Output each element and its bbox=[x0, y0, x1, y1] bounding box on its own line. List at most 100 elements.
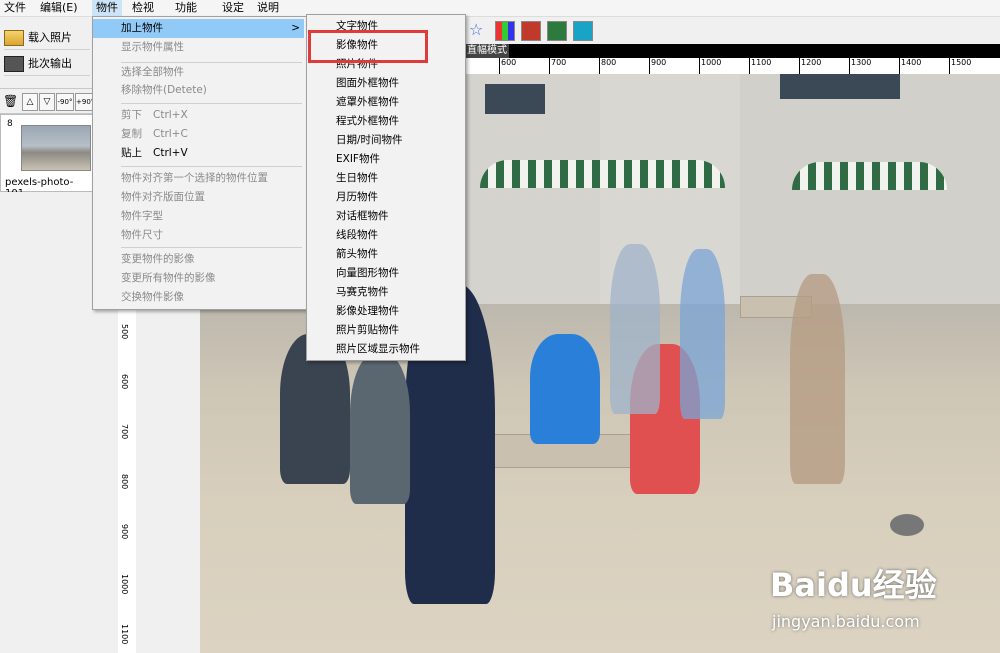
add-object-submenu: 文字物件 影像物件 照片物件 图面外框物件 遮罩外框物件 程式外框物件 日期/时… bbox=[306, 14, 466, 361]
submenu-item-picture-frame[interactable]: 图面外框物件 bbox=[307, 74, 493, 93]
ruler-tick: 1100 bbox=[749, 58, 771, 74]
canvas-gutter bbox=[136, 310, 200, 653]
menu-file[interactable]: 文件 bbox=[0, 0, 30, 16]
batch-output-icon bbox=[4, 56, 24, 72]
menu-item-show-properties[interactable]: 显示物件属性 bbox=[93, 38, 184, 57]
ruler-tick: 1000 bbox=[120, 574, 129, 595]
load-photo-label: 载入照片 bbox=[28, 31, 72, 44]
menu-item-size[interactable]: 物件尺寸 bbox=[93, 226, 163, 245]
menu-settings[interactable]: 设定 bbox=[218, 0, 248, 16]
person-blurred bbox=[610, 244, 660, 414]
menu-item-paste[interactable]: 贴上 Ctrl+V bbox=[93, 144, 188, 163]
menu-item-change-image[interactable]: 变更物件的影像 bbox=[93, 250, 195, 269]
menubar: 文件 编辑(E) 物件 检视 功能 设定 说明 bbox=[0, 0, 1000, 17]
ruler-tick: 500 bbox=[120, 324, 129, 340]
ruler-tick: 1300 bbox=[849, 58, 871, 74]
menu-item-change-all-images[interactable]: 变更所有物件的影像 bbox=[93, 269, 216, 288]
left-panel-empty bbox=[0, 192, 94, 653]
submenu-item-arrow[interactable]: 箭头物件 bbox=[307, 245, 493, 264]
striped-awning bbox=[792, 162, 947, 190]
menu-item-remove[interactable]: 移除物件(Detete) bbox=[93, 81, 207, 100]
menu-item-label: 剪下 bbox=[121, 109, 142, 121]
menu-item-label: 贴上 bbox=[121, 147, 142, 159]
display-icon[interactable] bbox=[573, 21, 593, 41]
folder-open-icon bbox=[4, 30, 24, 46]
person-seated bbox=[350, 354, 410, 504]
batch-output-label: 批次输出 bbox=[28, 57, 72, 70]
submenu-item-datetime[interactable]: 日期/时间物件 bbox=[307, 131, 493, 150]
ruler-tick: 800 bbox=[120, 474, 129, 490]
ruler-tick: 1500 bbox=[949, 58, 971, 74]
person-blurred bbox=[680, 249, 725, 419]
rotate-right-button[interactable]: +90° bbox=[75, 93, 94, 111]
baidu-watermark: Baidu经验 jingyan.baidu.com bbox=[760, 540, 1000, 640]
ruler-tick: 700 bbox=[549, 58, 566, 74]
move-down-button[interactable]: ▽ bbox=[39, 93, 55, 111]
move-up-button[interactable]: △ bbox=[22, 93, 38, 111]
ruler-tick: 1000 bbox=[699, 58, 721, 74]
object-menu: 加上物件 > 显示物件属性 选择全部物件 移除物件(Detete) 剪下 Ctr… bbox=[92, 16, 307, 310]
ruler-tick: 600 bbox=[120, 374, 129, 390]
shortcut-label: Ctrl+X bbox=[153, 109, 188, 121]
menu-item-swap-image[interactable]: 交换物件影像 bbox=[93, 288, 184, 307]
ruler-tick: 800 bbox=[599, 58, 616, 74]
thumbnail-number: 8 bbox=[7, 119, 13, 129]
color-grid-icon[interactable] bbox=[495, 21, 515, 41]
ruler-tick: 600 bbox=[499, 58, 516, 74]
rotate-left-button[interactable]: -90° bbox=[56, 93, 74, 111]
edit-image-icon[interactable] bbox=[521, 21, 541, 41]
horizontal-ruler: 直幅模式 600 700 800 900 1000 1100 1200 1300… bbox=[465, 44, 1000, 75]
menu-item-copy[interactable]: 复制 Ctrl+C bbox=[93, 125, 188, 144]
submenu-arrow-icon: > bbox=[291, 22, 300, 34]
submenu-item-exif[interactable]: EXIF物件 bbox=[307, 150, 493, 169]
menu-object[interactable]: 物件 bbox=[92, 0, 122, 16]
submenu-item-photo-clip[interactable]: 照片剪贴物件 bbox=[307, 321, 493, 340]
load-photo-button[interactable]: 载入照片 bbox=[4, 27, 90, 50]
annotation-highlight-box bbox=[308, 30, 428, 63]
trash-icon[interactable]: 🗑 bbox=[3, 93, 18, 109]
object-toolbar: ☆ bbox=[465, 17, 1000, 43]
menu-item-align-first[interactable]: 物件对齐第一个选择的物件位置 bbox=[93, 169, 268, 188]
thumbnail-panel: 8 pexels-photo-101... bbox=[0, 114, 96, 199]
menu-item-font[interactable]: 物件字型 bbox=[93, 207, 163, 226]
menu-item-label: 加上物件 bbox=[121, 22, 163, 34]
ruler-tick: 1400 bbox=[899, 58, 921, 74]
submenu-item-photo-region[interactable]: 照片区域显示物件 bbox=[307, 340, 493, 359]
ruler-header-bar: 直幅模式 bbox=[465, 44, 1000, 58]
submenu-item-mask-frame[interactable]: 遮罩外框物件 bbox=[307, 93, 493, 112]
shortcut-label: Ctrl+C bbox=[153, 128, 188, 140]
submenu-item-program-frame[interactable]: 程式外框物件 bbox=[307, 112, 493, 131]
ruler-tick: 1200 bbox=[799, 58, 821, 74]
menu-item-select-all[interactable]: 选择全部物件 bbox=[93, 63, 184, 82]
person-blue-shirt bbox=[530, 334, 600, 444]
menu-item-align-layout[interactable]: 物件对齐版面位置 bbox=[93, 188, 205, 207]
menu-edit[interactable]: 编辑(E) bbox=[36, 0, 82, 16]
menu-view[interactable]: 检视 bbox=[128, 0, 158, 16]
watermark-url: jingyan.baidu.com bbox=[772, 612, 920, 631]
submenu-item-vector[interactable]: 向量图形物件 bbox=[307, 264, 493, 283]
pigeon bbox=[890, 514, 924, 536]
photo-thumbnail[interactable] bbox=[21, 125, 91, 171]
vertical-ruler: 500 600 700 800 900 1000 1100 bbox=[118, 310, 137, 653]
left-toolbar: 载入照片 批次输出 bbox=[0, 17, 94, 77]
menu-help[interactable]: 说明 bbox=[253, 0, 283, 16]
person-blurred bbox=[790, 274, 845, 484]
submenu-item-image-processing[interactable]: 影像处理物件 bbox=[307, 302, 493, 321]
menu-item-cut[interactable]: 剪下 Ctrl+X bbox=[93, 106, 188, 125]
striped-awning bbox=[480, 160, 725, 188]
menu-function[interactable]: 功能 bbox=[171, 0, 201, 16]
submenu-item-line[interactable]: 线段物件 bbox=[307, 226, 493, 245]
shortcut-label: Ctrl+V bbox=[153, 147, 188, 159]
submenu-item-birthday[interactable]: 生日物件 bbox=[307, 169, 493, 188]
submenu-item-calendar[interactable]: 月历物件 bbox=[307, 188, 493, 207]
ruler-tick: 900 bbox=[120, 524, 129, 540]
menu-item-label: 复制 bbox=[121, 128, 142, 140]
submenu-item-dialog[interactable]: 对话框物件 bbox=[307, 207, 493, 226]
ruler-tick: 1100 bbox=[120, 624, 129, 645]
watermark-brand: Baidu经验 bbox=[770, 566, 937, 604]
menu-item-add-object[interactable]: 加上物件 > bbox=[93, 19, 304, 38]
ruler-tick: 700 bbox=[120, 424, 129, 440]
submenu-item-mosaic[interactable]: 马赛克物件 bbox=[307, 283, 493, 302]
photo-frame-icon[interactable] bbox=[547, 21, 567, 41]
batch-output-button[interactable]: 批次输出 bbox=[4, 53, 90, 76]
